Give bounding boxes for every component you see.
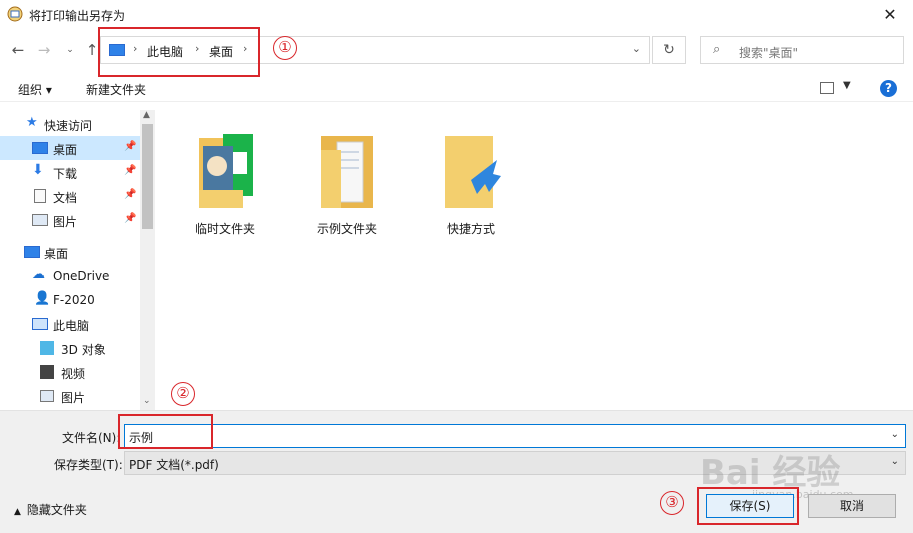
- sidebar-item-label: 此电脑: [53, 319, 90, 333]
- new-folder-button[interactable]: 新建文件夹: [86, 81, 146, 98]
- title-bar: 将打印输出另存为 ✕: [0, 0, 913, 30]
- annotation-number-2: ②: [171, 382, 195, 406]
- sidebar-item-label: F-2020: [53, 293, 95, 307]
- cloud-icon: ☁: [32, 267, 45, 282]
- search-icon: ⌕: [713, 42, 721, 57]
- help-icon[interactable]: ?: [880, 80, 897, 97]
- sidebar-item-label: 3D 对象: [61, 343, 106, 357]
- refresh-icon: ↻: [663, 42, 675, 58]
- sidebar-item-label: 桌面: [44, 247, 69, 261]
- filetype-label: 保存类型(T):: [54, 458, 123, 472]
- printer-app-icon: [7, 6, 23, 22]
- sidebar-item-label: 文档: [53, 191, 78, 205]
- chevron-up-icon: ▲: [14, 507, 21, 517]
- pin-icon[interactable]: 📌: [124, 141, 136, 152]
- chevron-down-icon[interactable]: ⌄: [891, 429, 899, 440]
- close-icon[interactable]: ✕: [867, 0, 913, 30]
- sidebar-item-label: OneDrive: [53, 269, 110, 283]
- sidebar-item-desktop-root[interactable]: 桌面: [0, 240, 140, 264]
- organize-button[interactable]: 组织 ▾: [18, 81, 52, 98]
- pin-icon[interactable]: 📌: [124, 189, 136, 200]
- search-box[interactable]: ⌕ 搜索"桌面": [700, 36, 904, 64]
- sidebar-item-label: 图片: [61, 391, 86, 405]
- filetype-value: PDF 文档(*.pdf): [129, 458, 219, 472]
- annotation-number-3: ③: [660, 491, 684, 515]
- navigation-pane: ★ 快速访问 桌面 📌 ⬇ 下载 📌 文档 📌 图片 📌 桌面 ☁ OneDri…: [0, 110, 155, 410]
- download-icon: ⬇: [32, 162, 44, 178]
- scroll-down-icon[interactable]: ⌄: [143, 396, 151, 406]
- sidebar-item-documents[interactable]: 文档 📌: [0, 184, 140, 208]
- folder-iqiyi-icon: [199, 134, 253, 208]
- cancel-button[interactable]: 取消: [808, 494, 896, 518]
- desktop-icon: [32, 142, 48, 154]
- sidebar-item-label: 快速访问: [44, 119, 93, 133]
- sidebar-item-user[interactable]: 👤 F-2020: [0, 288, 140, 312]
- file-item-sample-folder[interactable]: 示例文件夹: [301, 120, 393, 236]
- pin-icon[interactable]: 📌: [124, 213, 136, 224]
- cube-icon: [40, 341, 54, 355]
- sidebar-item-quick-access[interactable]: ★ 快速访问: [0, 112, 140, 136]
- sidebar-item-videos[interactable]: 视频: [0, 360, 140, 384]
- computer-icon: [32, 318, 48, 330]
- file-item-shortcut[interactable]: 快捷方式: [425, 120, 517, 236]
- sidebar-item-onedrive[interactable]: ☁ OneDrive: [0, 264, 140, 288]
- picture-icon: [32, 214, 48, 226]
- sidebar-item-desktop[interactable]: 桌面 📌: [0, 136, 140, 160]
- video-icon: [40, 365, 54, 379]
- back-arrow-icon[interactable]: ←: [8, 40, 28, 60]
- chevron-down-icon[interactable]: ⌄: [632, 42, 641, 55]
- sidebar-item-pictures-pc[interactable]: 图片: [0, 384, 140, 408]
- sidebar-item-pictures[interactable]: 图片 📌: [0, 208, 140, 232]
- annotation-box-2: [118, 414, 213, 449]
- file-item-temp-folder[interactable]: 临时文件夹: [179, 120, 271, 236]
- search-placeholder: 搜索"桌面": [739, 46, 799, 60]
- sidebar-item-label: 图片: [53, 215, 78, 229]
- sidebar-item-3d-objects[interactable]: 3D 对象: [0, 336, 140, 360]
- chevron-down-icon[interactable]: ▼: [843, 80, 851, 91]
- annotation-box-3: [697, 487, 799, 525]
- annotation-number-1: ①: [273, 36, 297, 60]
- file-list: 临时文件夹 示例文件夹 快捷方式: [155, 110, 913, 410]
- hide-folders-label: 隐藏文件夹: [26, 503, 87, 517]
- file-label: 临时文件夹: [194, 222, 255, 236]
- nav-scrollbar[interactable]: ▲ ⌄: [140, 110, 155, 410]
- sidebar-item-this-pc[interactable]: 此电脑: [0, 312, 140, 336]
- folder-documents-icon: [321, 136, 373, 208]
- forward-arrow-icon[interactable]: →: [34, 40, 54, 60]
- sidebar-item-label: 视频: [61, 367, 86, 381]
- window-title: 将打印输出另存为: [29, 9, 126, 23]
- sidebar-item-label: 下载: [53, 167, 78, 181]
- picture-icon: [40, 390, 54, 402]
- file-label: 快捷方式: [446, 222, 495, 236]
- document-icon: [34, 189, 46, 203]
- recent-chevron-icon[interactable]: ⌄: [60, 40, 80, 60]
- user-icon: 👤: [34, 291, 51, 306]
- desktop-icon: [24, 246, 40, 258]
- scrollbar-thumb[interactable]: [142, 124, 153, 229]
- sidebar-item-downloads[interactable]: ⬇ 下载 📌: [0, 160, 140, 184]
- view-mode-icon[interactable]: [820, 82, 834, 94]
- toolbar: 组织 ▾ 新建文件夹: [0, 76, 913, 102]
- pin-icon[interactable]: 📌: [124, 165, 136, 176]
- scroll-up-icon[interactable]: ▲: [143, 110, 150, 120]
- hide-folders-toggle[interactable]: ▲ 隐藏文件夹: [14, 501, 87, 518]
- refresh-button[interactable]: ↻: [652, 36, 686, 64]
- folder-shortcut-icon: [445, 136, 501, 208]
- sidebar-item-label: 桌面: [53, 143, 78, 157]
- filename-label: 文件名(N):: [62, 431, 121, 445]
- star-icon: ★: [26, 115, 38, 130]
- chevron-down-icon[interactable]: ⌄: [891, 456, 899, 467]
- annotation-box-1: [98, 27, 260, 77]
- file-label: 示例文件夹: [316, 222, 377, 236]
